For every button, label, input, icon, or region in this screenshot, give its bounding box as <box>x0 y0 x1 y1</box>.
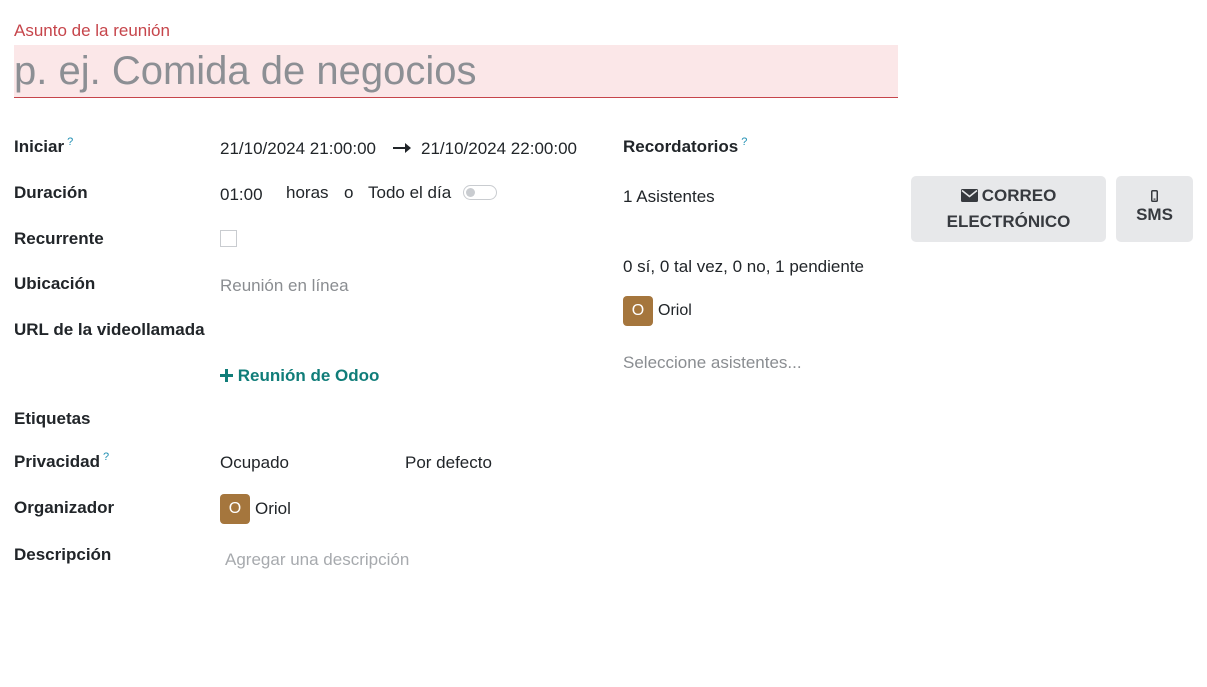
reminders-help-icon[interactable]: ? <box>741 136 747 148</box>
odoo-meeting-link[interactable]: Reunión de Odoo <box>220 366 379 386</box>
attendee-name: Oriol <box>658 302 692 319</box>
email-button-label-2: ELECTRÓNICO <box>946 212 1071 231</box>
subject-label: Asunto de la reunión <box>14 21 170 40</box>
recurrent-label: Recurrente <box>14 229 104 248</box>
odoo-meeting-link-label: Reunión de Odoo <box>237 366 380 385</box>
arrow-right-icon <box>393 143 411 153</box>
organizer-label: Organizador <box>14 498 115 517</box>
privacy-help-icon[interactable]: ? <box>103 451 109 463</box>
email-button-label-1: CORREO <box>981 186 1057 205</box>
toggle-knob <box>466 188 475 197</box>
attendee-item[interactable]: O Oriol <box>623 296 692 326</box>
start-label: Iniciar? <box>14 136 74 156</box>
avatar: O <box>220 494 250 524</box>
show-as-select[interactable]: Ocupado <box>220 453 289 473</box>
organizer-field[interactable]: O Oriol <box>220 494 291 524</box>
envelope-icon <box>960 189 978 202</box>
all-day-toggle[interactable] <box>463 185 497 200</box>
plus-icon <box>220 369 233 382</box>
sms-button-label: SMS <box>1136 205 1173 224</box>
location-label: Ubicación <box>14 274 96 293</box>
attendees-select-input[interactable]: Seleccione asistentes... <box>623 353 802 373</box>
attendance-summary: 0 sí, 0 tal vez, 0 no, 1 pendiente <box>623 257 864 276</box>
duration-label: Duración <box>14 183 88 202</box>
video-url-label: URL de la videollamada <box>14 320 205 339</box>
end-date-input[interactable]: 21/10/2024 22:00:00 <box>421 139 577 159</box>
sms-button[interactable]: SMS <box>1116 176 1193 242</box>
tags-label: Etiquetas <box>14 409 91 428</box>
email-button[interactable]: CORREO ELECTRÓNICO <box>911 176 1106 242</box>
description-input[interactable]: Agregar una descripción <box>225 550 409 570</box>
duration-input[interactable]: 01:00 <box>220 185 263 205</box>
attendees-count: 1 Asistentes <box>623 187 715 206</box>
privacy-label: Privacidad? <box>14 451 110 471</box>
privacy-select[interactable]: Por defecto <box>405 453 492 473</box>
location-input[interactable]: Reunión en línea <box>220 276 349 296</box>
organizer-name: Oriol <box>255 499 291 518</box>
recurrent-checkbox[interactable] <box>220 230 237 247</box>
start-date-input[interactable]: 21/10/2024 21:00:00 <box>220 139 376 159</box>
description-label: Descripción <box>14 545 112 564</box>
start-help-icon[interactable]: ? <box>67 136 73 148</box>
mobile-phone-icon <box>1151 190 1158 202</box>
subject-input[interactable] <box>14 45 898 98</box>
avatar: O <box>623 296 653 326</box>
reminders-label: Recordatorios? <box>623 136 748 156</box>
duration-unit: horas <box>286 183 329 202</box>
email-button-line1: CORREO <box>960 183 1057 209</box>
all-day-label: Todo el día <box>368 183 452 202</box>
duration-or: o <box>344 183 354 202</box>
